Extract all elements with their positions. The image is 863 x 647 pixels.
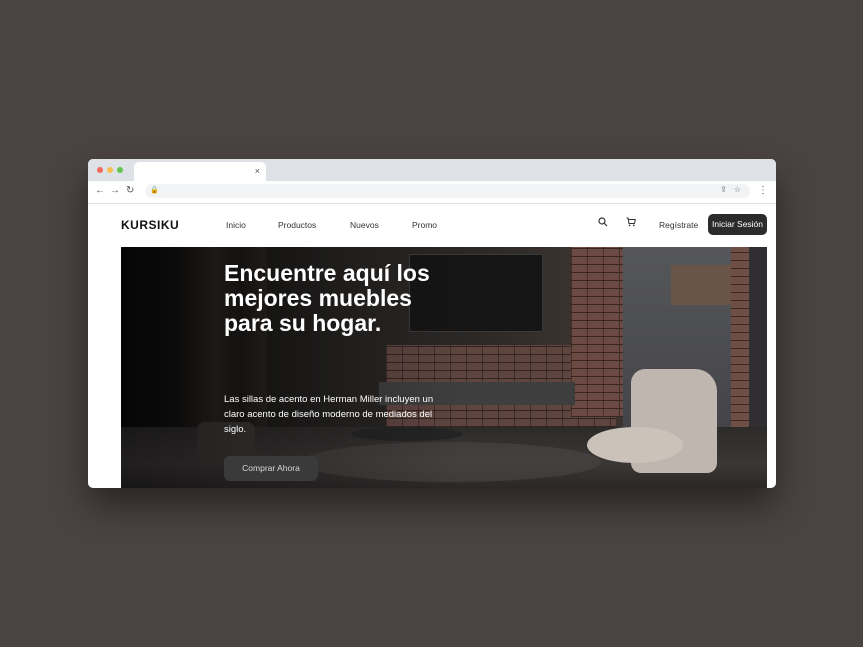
cart-icon[interactable] [626,217,636,230]
search-icon[interactable] [598,217,608,230]
hero-photo-armchair-seat [587,427,683,463]
share-icon[interactable]: ⇪ [720,185,727,194]
browser-toolbar: ← → ↻ 🔒 ⇪ ☆ ⋮ [88,181,776,204]
browser-tab[interactable]: × [134,162,266,181]
hero-description: Las sillas de acento en Herman Miller in… [224,394,434,435]
nav-link-promo[interactable]: Promo [412,220,437,230]
address-bar[interactable]: 🔒 ⇪ ☆ [145,184,750,198]
hero-banner: Encuentre aquí los mejores muebles para … [121,247,767,488]
login-button[interactable]: Iniciar Sesión [708,214,767,235]
nav-link-productos[interactable]: Productos [278,220,316,230]
minimize-window-button[interactable] [107,167,113,173]
site-header: KURSIKU Inicio Productos Nuevos Promo Re… [88,204,776,247]
hero-photo-cabinet-wood [671,265,731,305]
brand-logo[interactable]: KURSIKU [121,218,179,232]
hero-photo-brick-column [571,247,623,417]
reload-icon[interactable]: ↻ [126,185,134,197]
browser-titlebar: × [88,159,776,181]
hero-photo-brick-edge [731,247,749,437]
star-icon[interactable]: ☆ [734,185,741,194]
arrow-right-icon[interactable]: → [110,185,120,197]
maximize-window-button[interactable] [117,167,123,173]
buy-now-button[interactable]: Comprar Ahora [224,456,318,481]
hero-title: Encuentre aquí los mejores muebles para … [224,260,430,336]
nav-link-nuevos[interactable]: Nuevos [350,220,379,230]
lock-icon: 🔒 [150,187,159,194]
browser-window: × ← → ↻ 🔒 ⇪ ☆ ⋮ KURSIKU Inicio Productos… [88,159,776,488]
close-window-button[interactable] [97,167,103,173]
register-link[interactable]: Regístrate [659,220,698,230]
close-icon[interactable]: × [255,165,260,177]
nav-link-inicio[interactable]: Inicio [226,220,246,230]
arrow-left-icon[interactable]: ← [95,185,105,197]
kebab-menu-icon[interactable]: ⋮ [758,185,768,197]
